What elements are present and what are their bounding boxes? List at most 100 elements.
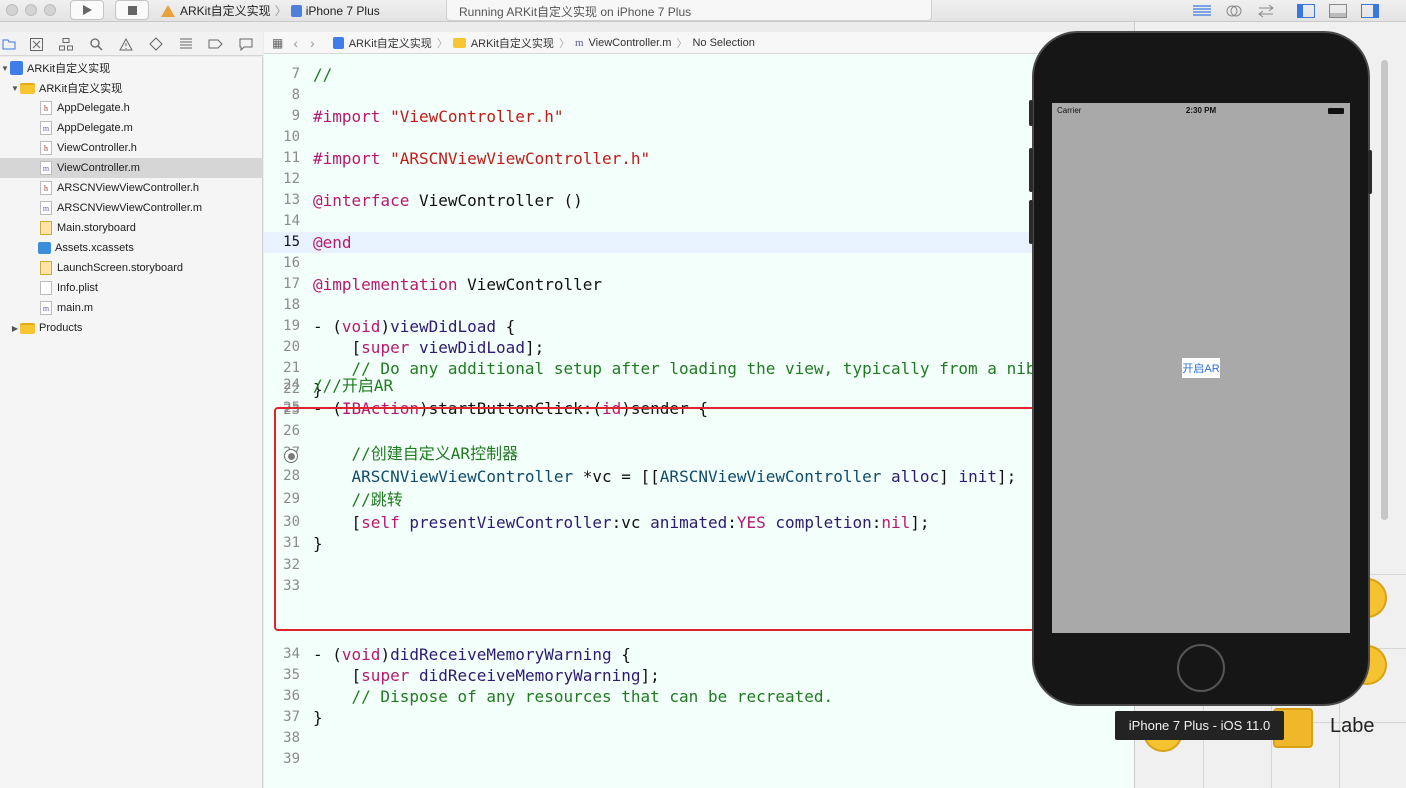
start-ar-button[interactable]: 开启AR bbox=[1182, 358, 1220, 378]
toggle-debug-button[interactable] bbox=[1324, 0, 1352, 21]
header-file-icon: h bbox=[40, 101, 52, 115]
jump-file[interactable]: ViewController.m bbox=[589, 37, 672, 49]
breakpoint-icon[interactable] bbox=[207, 36, 223, 52]
tree-row-file[interactable]: LaunchScreen.storyboard bbox=[0, 258, 263, 278]
tree-row-file[interactable]: m ARSCNViewViewController.m bbox=[0, 198, 263, 218]
tree-row-file[interactable]: Assets.xcassets bbox=[0, 238, 263, 258]
line-number: 38 bbox=[283, 730, 300, 746]
jump-bar: ▦ ‹ › ARKit自定义实现 〉 ARKit自定义实现 〉 m ViewCo… bbox=[264, 32, 1064, 54]
device-tooltip: iPhone 7 Plus - iOS 11.0 bbox=[1115, 711, 1284, 740]
code-line[interactable]: 35 [super didReceiveMemoryWarning]; bbox=[264, 665, 1134, 686]
tree-row-file-selected[interactable]: m ViewController.m bbox=[0, 158, 263, 178]
code-line[interactable]: 14 bbox=[264, 211, 1134, 232]
code-line[interactable]: 11 #import "ARSCNViewViewController.h" bbox=[264, 148, 1134, 169]
code-line[interactable]: 36 // Dispose of any resources that can … bbox=[264, 686, 1134, 707]
stop-button[interactable] bbox=[115, 0, 149, 20]
scheme-selector[interactable]: ARKit自定义实现 〉 iPhone 7 Plus bbox=[160, 0, 380, 21]
battery-icon bbox=[1328, 108, 1344, 114]
app-hammer-icon bbox=[161, 4, 175, 17]
code-line[interactable]: 8 bbox=[264, 85, 1134, 106]
assistant-editor-button[interactable] bbox=[1220, 0, 1248, 21]
code-text: [super viewDidLoad]; bbox=[313, 338, 545, 357]
tree-row-products[interactable]: ▶ Products bbox=[0, 318, 263, 338]
jump-project-icon bbox=[332, 36, 344, 49]
line-number: 16 bbox=[283, 255, 300, 271]
disclosure-closed-icon[interactable]: ▶ bbox=[10, 324, 20, 333]
code-line[interactable]: 13 @interface ViewController () bbox=[264, 190, 1134, 211]
jump-group[interactable]: ARKit自定义实现 bbox=[471, 35, 554, 51]
code-text: - (void)didReceiveMemoryWarning { bbox=[313, 645, 631, 664]
standard-editor-button[interactable] bbox=[1188, 0, 1216, 21]
run-button[interactable] bbox=[70, 0, 104, 20]
code-line[interactable]: 18 bbox=[264, 295, 1134, 316]
code-line[interactable]: 39 bbox=[264, 749, 1134, 770]
folder-icon[interactable] bbox=[1, 36, 17, 52]
code-line[interactable]: 16 bbox=[264, 253, 1134, 274]
tree-row-group[interactable]: ▼ ARKit自定义实现 bbox=[0, 78, 263, 98]
scheme-separator: 〉 bbox=[274, 4, 287, 18]
editor-scrollbar-thumb[interactable] bbox=[1381, 60, 1388, 520]
debug-icon[interactable] bbox=[178, 36, 194, 52]
lines-icon bbox=[1193, 4, 1211, 16]
tree-row-file[interactable]: m AppDelegate.m bbox=[0, 118, 263, 138]
disclosure-open-icon[interactable]: ▼ bbox=[0, 64, 10, 73]
tree-label: Products bbox=[39, 322, 83, 334]
home-button[interactable] bbox=[1177, 644, 1225, 692]
tree-label: AppDelegate.h bbox=[57, 102, 130, 114]
tree-row-file[interactable]: m main.m bbox=[0, 298, 263, 318]
tree-row-file[interactable]: h AppDelegate.h bbox=[0, 98, 263, 118]
window-toolbar: ARKit自定义实现 〉 iPhone 7 Plus Running ARKit… bbox=[0, 0, 1406, 22]
code-line[interactable]: 12 bbox=[264, 169, 1134, 190]
code-line[interactable]: 17 @implementation ViewController bbox=[264, 274, 1134, 295]
jump-selection[interactable]: No Selection bbox=[692, 37, 754, 49]
back-arrow-icon[interactable]: ‹ bbox=[293, 35, 298, 51]
code-line[interactable]: 20 [super viewDidLoad]; bbox=[264, 337, 1134, 358]
ios-status-bar: Carrier 2:30 PM bbox=[1052, 103, 1350, 119]
right-panel-icon bbox=[1361, 3, 1379, 18]
tree-label: LaunchScreen.storyboard bbox=[57, 262, 183, 274]
code-line[interactable]: 24 ///开启AR bbox=[264, 375, 1134, 396]
search-icon[interactable] bbox=[88, 36, 104, 52]
tree-row-file[interactable]: Main.storyboard bbox=[0, 218, 263, 238]
project-navigator: ▼ ARKit自定义实现 ▼ ARKit自定义实现 h AppDelegate.… bbox=[0, 57, 263, 788]
tree-row-file[interactable]: Info.plist bbox=[0, 278, 263, 298]
tree-label: ARKit自定义实现 bbox=[27, 63, 111, 75]
jump-folder-icon bbox=[452, 37, 466, 48]
code-line[interactable]: 38 bbox=[264, 728, 1134, 749]
hierarchy-icon[interactable] bbox=[58, 36, 74, 52]
symbol-navigator-icon[interactable] bbox=[28, 36, 44, 52]
close-window-button[interactable] bbox=[6, 4, 18, 16]
tree-row-file[interactable]: h ARSCNViewViewController.h bbox=[0, 178, 263, 198]
simulator-screen[interactable]: Carrier 2:30 PM 开启AR bbox=[1052, 103, 1350, 633]
toggle-utilities-button[interactable] bbox=[1356, 0, 1384, 21]
version-editor-button[interactable] bbox=[1252, 0, 1280, 21]
mute-switch bbox=[1029, 100, 1033, 126]
code-text: #import "ARSCNViewViewController.h" bbox=[313, 149, 651, 168]
folder-icon bbox=[20, 322, 35, 334]
minimize-window-button[interactable] bbox=[25, 4, 37, 16]
code-line[interactable]: 10 bbox=[264, 127, 1134, 148]
jump-project[interactable]: ARKit自定义实现 bbox=[349, 35, 432, 51]
forward-arrow-icon[interactable]: › bbox=[310, 35, 315, 51]
test-diamond-icon[interactable] bbox=[148, 36, 164, 52]
tree-row-file[interactable]: h ViewController.h bbox=[0, 138, 263, 158]
ibaction-connection-icon[interactable] bbox=[284, 449, 298, 463]
zoom-window-button[interactable] bbox=[44, 4, 56, 16]
scheme-device: iPhone 7 Plus bbox=[305, 3, 380, 18]
code-line[interactable]: 37} bbox=[264, 707, 1134, 728]
toggle-navigator-button[interactable] bbox=[1292, 0, 1320, 21]
volume-down-button bbox=[1029, 200, 1033, 244]
code-line[interactable]: 34 - (void)didReceiveMemoryWarning { bbox=[264, 644, 1134, 665]
code-line[interactable]: 7 // bbox=[264, 64, 1134, 85]
warning-icon[interactable] bbox=[118, 36, 134, 52]
disclosure-open-icon[interactable]: ▼ bbox=[10, 84, 20, 93]
tree-row-project[interactable]: ▼ ARKit自定义实现 bbox=[0, 58, 263, 78]
code-line[interactable]: 19 - (void)viewDidLoad { bbox=[264, 316, 1134, 337]
report-icon[interactable] bbox=[238, 36, 254, 52]
implementation-file-icon: m bbox=[40, 301, 52, 315]
code-line[interactable]: 9 #import "ViewController.h" bbox=[264, 106, 1134, 127]
related-items-icon[interactable]: ▦ bbox=[272, 36, 283, 50]
code-line[interactable]: 15 @end bbox=[264, 232, 1134, 253]
line-number: 7 bbox=[291, 66, 300, 82]
library-label-item[interactable]: Labe bbox=[1330, 715, 1375, 738]
